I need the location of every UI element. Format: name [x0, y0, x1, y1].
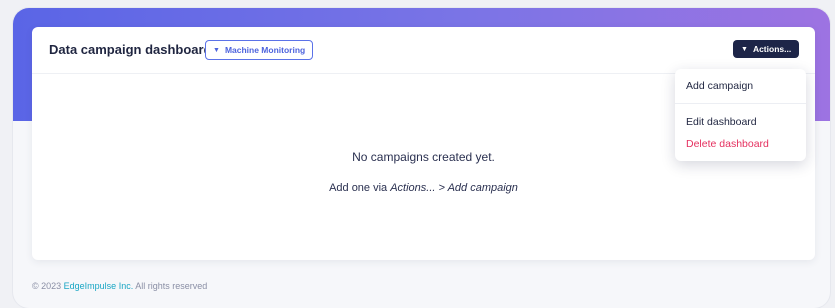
page-title: Data campaign dashboard: [49, 42, 212, 57]
actions-button[interactable]: ▼ Actions...: [733, 40, 800, 58]
actions-button-label: Actions...: [752, 44, 792, 54]
menu-divider: [675, 103, 806, 104]
footer-company-link[interactable]: EdgeImpulse Inc.: [64, 281, 134, 291]
footer-rights: All rights reserved: [133, 281, 208, 291]
empty-state-hint: Add one via Actions... > Add campaign: [32, 182, 815, 194]
caret-down-icon: ▼: [213, 46, 220, 54]
dashboard-select[interactable]: ▼ Machine Monitoring: [205, 40, 314, 60]
caret-down-icon: ▼: [741, 45, 748, 53]
actions-dropdown-menu: Add campaign Edit dashboard Delete dashb…: [675, 69, 806, 161]
card-header: Data campaign dashboard ▼ Machine Monito…: [32, 27, 815, 74]
menu-item-add-campaign[interactable]: Add campaign: [686, 80, 753, 92]
menu-item-delete-dashboard[interactable]: Delete dashboard: [686, 138, 769, 150]
app-frame: Data campaign dashboard ▼ Machine Monito…: [13, 8, 830, 308]
footer-copyright: © 2023: [32, 281, 64, 291]
empty-state-hint-prefix: Add one via: [329, 182, 391, 194]
dashboard-select-label: Machine Monitoring: [224, 45, 306, 55]
empty-state-hint-path: Actions... > Add campaign: [390, 182, 518, 194]
footer: © 2023 EdgeImpulse Inc. All rights reser…: [32, 281, 207, 291]
menu-item-edit-dashboard[interactable]: Edit dashboard: [686, 116, 757, 128]
